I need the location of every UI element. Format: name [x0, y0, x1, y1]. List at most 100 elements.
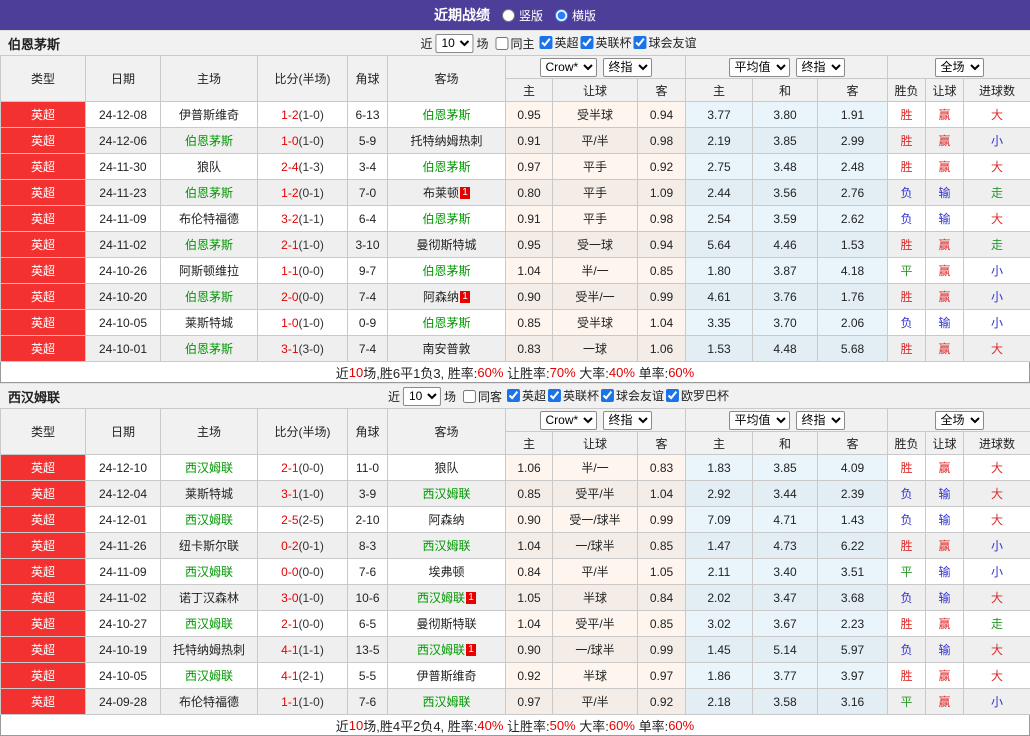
- league-filter[interactable]: 球会友谊: [632, 34, 697, 51]
- league-filter[interactable]: 欧罗巴杯: [664, 387, 729, 404]
- final-avg-select[interactable]: 终指: [795, 410, 845, 430]
- league-checkbox[interactable]: [506, 389, 520, 402]
- games-label: 场: [443, 389, 456, 404]
- league-filter[interactable]: 英超: [538, 34, 579, 51]
- result-handicap-cell: 输: [925, 558, 965, 585]
- odds-away-cell: 1.05: [636, 558, 687, 585]
- league-filter[interactable]: 英联杯: [579, 34, 632, 51]
- result-goals-cell: 走: [963, 231, 1030, 258]
- bookmaker-select[interactable]: Crow*: [539, 410, 597, 430]
- vertical-layout-radio[interactable]: [501, 8, 515, 22]
- league-label: 英超: [30, 487, 55, 501]
- league-checkbox[interactable]: [548, 389, 562, 402]
- result-outcome-cell: 负: [887, 636, 927, 663]
- league-checkbox[interactable]: [580, 36, 594, 49]
- same-venue-filter[interactable]: 同主: [491, 35, 535, 52]
- avg-draw-cell: 3.80: [752, 101, 819, 128]
- avg-draw-cell: 5.14: [752, 636, 819, 663]
- league-checkbox[interactable]: [666, 389, 680, 402]
- avg-draw-cell: 3.87: [752, 257, 819, 284]
- halftime-score: (1-0): [298, 590, 324, 605]
- odds-handicap-cell: 半/一: [552, 454, 638, 481]
- home-team-name: 西汉姆联: [184, 669, 233, 683]
- score-cell: 2-1(0-0): [257, 454, 348, 481]
- away-team-cell: 托特纳姆热刺: [387, 127, 506, 154]
- fulltime-select[interactable]: 全场: [934, 410, 984, 430]
- league-cell: 英超: [0, 335, 86, 362]
- league-label: 英超: [30, 617, 55, 631]
- games-count-select[interactable]: 10: [435, 33, 474, 53]
- corners-cell: 2-10: [347, 506, 388, 533]
- league-filter[interactable]: 英超: [505, 387, 546, 404]
- main-col-header: 类型: [0, 408, 86, 455]
- final-odds-select[interactable]: 终指: [602, 57, 652, 77]
- final-avg-select[interactable]: 终指: [795, 57, 845, 77]
- away-team-name: 伯恩茅斯: [422, 264, 471, 278]
- date-cell: 24-11-02: [85, 584, 161, 611]
- away-team-cell: 伊普斯维奇: [387, 662, 506, 689]
- league-label: 英超: [30, 513, 55, 527]
- odds-away-cell: 1.06: [636, 335, 687, 362]
- same-venue-checkbox[interactable]: [462, 389, 476, 403]
- final-odds-select[interactable]: 终指: [602, 410, 652, 430]
- summary-segment: 大率:: [575, 365, 609, 381]
- same-venue-checkbox[interactable]: [495, 36, 509, 50]
- league-filter[interactable]: 球会友谊: [599, 387, 664, 404]
- date-cell: 24-11-26: [85, 532, 161, 559]
- league-filter[interactable]: 英联杯: [546, 387, 599, 404]
- halftime-score: (0-0): [298, 460, 324, 475]
- odds-home-cell: 1.06: [505, 454, 553, 481]
- horizontal-layout-radio[interactable]: [555, 8, 568, 22]
- avg-away-cell: 1.91: [817, 101, 889, 128]
- result-outcome-cell: 负: [887, 205, 927, 232]
- away-team-cell: 伯恩茅斯: [387, 309, 506, 336]
- table-header-groups-row: 类型 日期 主场 比分(半场) 角球 客场 Crow* 终指 平均值 终指 全场: [0, 408, 1030, 455]
- bookmaker-select[interactable]: Crow*: [539, 57, 597, 77]
- halftime-score: (1-0): [298, 315, 324, 330]
- date-cell: 24-12-10: [85, 454, 161, 481]
- league-checkbox[interactable]: [633, 36, 647, 49]
- away-team-name: 埃弗顿: [428, 565, 465, 579]
- avg-away-cell: 2.23: [817, 610, 889, 637]
- league-checkbox[interactable]: [601, 389, 615, 402]
- home-team-name: 托特纳姆热刺: [172, 643, 245, 657]
- league-cell: 英超: [0, 127, 86, 154]
- same-venue-filter[interactable]: 同客: [459, 388, 502, 405]
- home-team-name: 伯恩茅斯: [184, 342, 233, 356]
- result-handicap-cell: 赢: [925, 662, 965, 689]
- result-outcome-cell: 负: [887, 506, 927, 533]
- layout-option-horizontal[interactable]: 横版: [555, 7, 596, 24]
- summary-segment: 60%: [608, 717, 635, 733]
- score-cell: 3-1(1-0): [257, 480, 348, 507]
- sub-col-header: 主: [685, 78, 754, 102]
- fulltime-score: 2-1: [281, 237, 299, 252]
- layout-option-vertical[interactable]: 竖版: [501, 7, 543, 24]
- league-label: 英超: [30, 108, 55, 122]
- avg-home-cell: 1.47: [685, 532, 754, 559]
- avg-home-cell: 1.53: [685, 335, 754, 362]
- sub-col-header: 和: [752, 78, 819, 102]
- result-goals-cell: 小: [963, 127, 1030, 154]
- summary-segment: 单率:: [634, 718, 669, 734]
- average-select[interactable]: 平均值: [728, 410, 790, 430]
- away-team-name: 阿森纳: [422, 290, 459, 304]
- result-outcome-cell: 胜: [887, 153, 927, 180]
- avg-home-cell: 2.44: [685, 179, 754, 206]
- odds-handicap-cell: 半球: [552, 662, 638, 689]
- league-checkbox[interactable]: [539, 36, 553, 49]
- score-cell: 3-0(1-0): [257, 584, 348, 611]
- score-cell: 4-1(2-1): [257, 662, 348, 689]
- main-col-header: 比分(半场): [257, 55, 348, 102]
- away-team-cell: 西汉姆联: [387, 532, 506, 559]
- avg-away-cell: 4.09: [817, 454, 889, 481]
- league-label: 英超: [30, 160, 55, 174]
- average-select[interactable]: 平均值: [728, 57, 790, 77]
- result-goals-cell: 大: [963, 335, 1030, 362]
- fulltime-score: 2-4: [281, 159, 299, 174]
- games-count-select[interactable]: 10: [402, 386, 441, 406]
- corners-cell: 5-9: [347, 127, 388, 154]
- fulltime-select[interactable]: 全场: [934, 57, 984, 77]
- odds-handicap-cell: 受半/一: [552, 283, 638, 310]
- odds-handicap-cell: 平/半: [552, 558, 638, 585]
- league-cell: 英超: [0, 179, 86, 206]
